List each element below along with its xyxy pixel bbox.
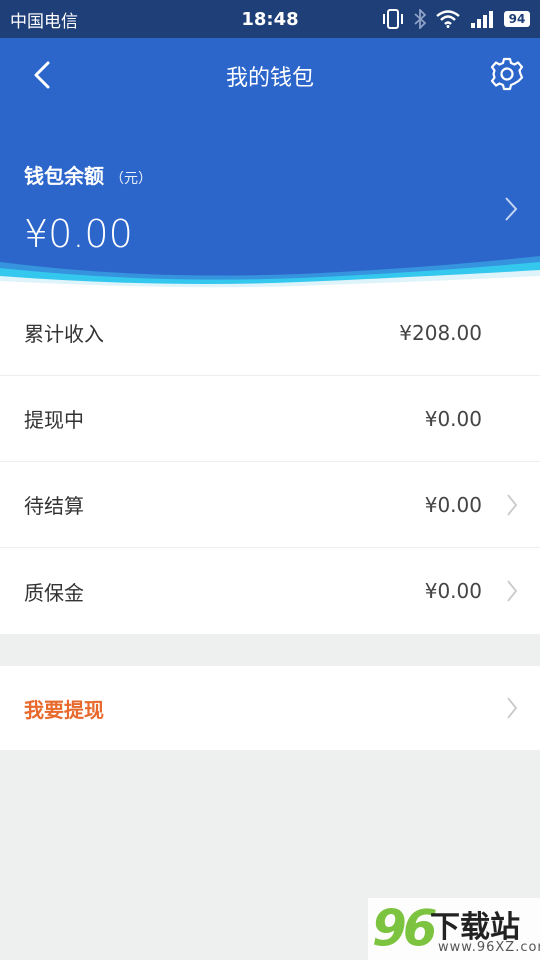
watermark-digits: 96 bbox=[372, 899, 438, 957]
row-label: 累计收入 bbox=[24, 322, 104, 346]
wallet-details-list: 累计收入 ¥208.00 提现中 ¥0.00 待结算 ¥0.00 质保金 ¥0.… bbox=[0, 290, 540, 634]
header-wave-decoration bbox=[0, 256, 540, 290]
row-label: 质保金 bbox=[24, 580, 84, 605]
chevron-right-icon bbox=[507, 697, 518, 719]
bluetooth-icon bbox=[414, 9, 426, 29]
page-title: 我的钱包 bbox=[225, 66, 314, 91]
wallet-header: 我的钱包 钱包余额 （元） ¥0.00 bbox=[0, 38, 540, 290]
balance-label-text: 钱包余额 bbox=[24, 164, 104, 188]
row-label: 待结算 bbox=[24, 494, 84, 518]
row-value: ¥0.00 bbox=[424, 579, 482, 603]
status-icons: 94 bbox=[382, 9, 530, 29]
balance-label: 钱包余额 （元） bbox=[24, 160, 152, 189]
row-label: 提现中 bbox=[24, 408, 84, 432]
battery-icon: 94 bbox=[504, 11, 530, 27]
row-deposit[interactable]: 质保金 ¥0.00 bbox=[0, 548, 540, 634]
balance-unit: （元） bbox=[110, 171, 152, 187]
withdraw-label: 我要提现 bbox=[24, 697, 104, 722]
row-value: ¥0.00 bbox=[424, 406, 482, 431]
row-value: ¥208.00 bbox=[399, 320, 482, 345]
gear-icon[interactable] bbox=[490, 57, 524, 91]
withdraw-button[interactable]: 我要提现 bbox=[0, 666, 540, 750]
chevron-right-icon bbox=[507, 493, 518, 516]
watermark-logo: 96 下载站 www.96XZ.com bbox=[368, 898, 540, 960]
row-value: ¥0.00 bbox=[424, 492, 482, 517]
row-withdrawing: 提现中 ¥0.00 bbox=[0, 376, 540, 462]
vibrate-icon bbox=[383, 9, 403, 29]
chevron-right-icon[interactable] bbox=[504, 196, 518, 222]
wifi-icon bbox=[436, 10, 460, 28]
carrier-label: 中国电信 bbox=[10, 11, 78, 32]
row-pending-settlement[interactable]: 待结算 ¥0.00 bbox=[0, 462, 540, 548]
row-total-income: 累计收入 ¥208.00 bbox=[0, 290, 540, 376]
signal-icon bbox=[471, 11, 493, 28]
status-time: 18:48 bbox=[241, 8, 299, 30]
status-bar: 中国电信 18:48 94 bbox=[0, 0, 540, 38]
chevron-right-icon bbox=[507, 580, 518, 602]
watermark-url: www.96XZ.com bbox=[438, 940, 540, 955]
